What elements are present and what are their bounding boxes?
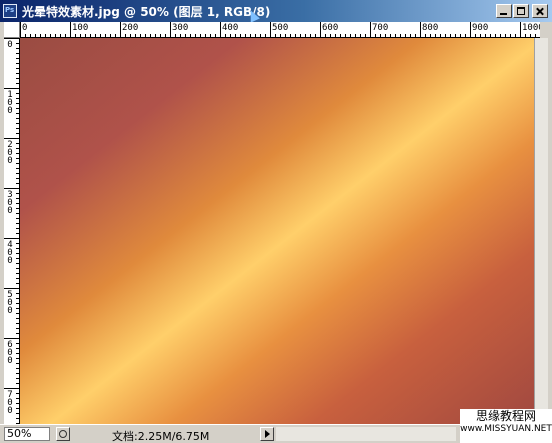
ruler-major-tick	[420, 22, 421, 37]
ruler-label: 0	[7, 40, 13, 50]
ruler-label: 400	[222, 23, 239, 33]
zoom-input[interactable]: 50%	[4, 427, 50, 441]
horizontal-scrollbar[interactable]	[276, 427, 456, 441]
ruler-origin-corner[interactable]	[4, 22, 20, 38]
ruler-major-tick	[4, 188, 19, 189]
watermark-line2: www.MISSYUAN.NET	[460, 424, 552, 434]
minimize-button[interactable]	[496, 4, 512, 18]
ruler-major-tick	[220, 22, 221, 37]
ruler-label: 900	[472, 23, 489, 33]
watermark: 思缘教程网 www.MISSYUAN.NET	[460, 409, 552, 443]
ruler-label: 100	[7, 90, 13, 116]
horizontal-ruler[interactable]: 0 100 200 300 400 500 600 700 800 900 10…	[20, 22, 540, 38]
close-button[interactable]	[532, 4, 548, 18]
ruler-major-tick	[20, 22, 21, 37]
document-window: 光晕特效素材.jpg @ 50% (图层 1, RGB/8) 0 100 200…	[0, 0, 552, 443]
document-size-info: 文档:2.25M/6.75M	[112, 430, 210, 443]
ruler-major-tick	[370, 22, 371, 37]
title-bar[interactable]: 光晕特效素材.jpg @ 50% (图层 1, RGB/8)	[0, 0, 552, 23]
ruler-label: 1000	[522, 23, 540, 33]
ruler-label: 100	[72, 23, 89, 33]
photoshop-icon	[3, 4, 17, 18]
scroll-right-arrow-icon[interactable]	[260, 427, 274, 441]
window-title: 光晕特效素材.jpg @ 50% (图层 1, RGB/8)	[22, 5, 271, 19]
ruler-major-tick	[520, 22, 521, 37]
ruler-major-tick	[4, 138, 19, 139]
watermark-line1: 思缘教程网	[475, 409, 536, 423]
ruler-label: 400	[7, 240, 13, 266]
ruler-major-tick	[4, 288, 19, 289]
ruler-major-tick	[270, 22, 271, 37]
image-canvas[interactable]	[20, 38, 534, 424]
vertical-scrollbar[interactable]	[534, 38, 548, 424]
ruler-major-tick	[4, 338, 19, 339]
maximize-button[interactable]	[513, 4, 529, 18]
ruler-label: 700	[7, 390, 13, 416]
ruler-label: 300	[172, 23, 189, 33]
vertical-ruler[interactable]: 0 100 200 300 400 500 600 700	[4, 38, 20, 424]
ruler-label: 300	[7, 190, 13, 216]
ruler-label: 700	[372, 23, 389, 33]
ruler-major-tick	[4, 388, 19, 389]
ruler-label: 200	[122, 23, 139, 33]
ruler-major-tick	[470, 22, 471, 37]
ruler-label: 600	[7, 340, 13, 366]
ruler-label: 500	[7, 290, 13, 316]
ruler-label: 500	[272, 23, 289, 33]
ruler-label: 600	[322, 23, 339, 33]
ruler-major-tick	[120, 22, 121, 37]
ruler-major-tick	[70, 22, 71, 37]
ruler-label: 0	[22, 23, 28, 33]
ruler-major-tick	[320, 22, 321, 37]
ruler-major-tick	[4, 238, 19, 239]
ruler-major-tick	[4, 38, 19, 39]
status-menu-button[interactable]	[56, 427, 70, 441]
ruler-label: 200	[7, 140, 13, 166]
ruler-major-tick	[4, 88, 19, 89]
ruler-major-tick	[170, 22, 171, 37]
ruler-label: 800	[422, 23, 439, 33]
